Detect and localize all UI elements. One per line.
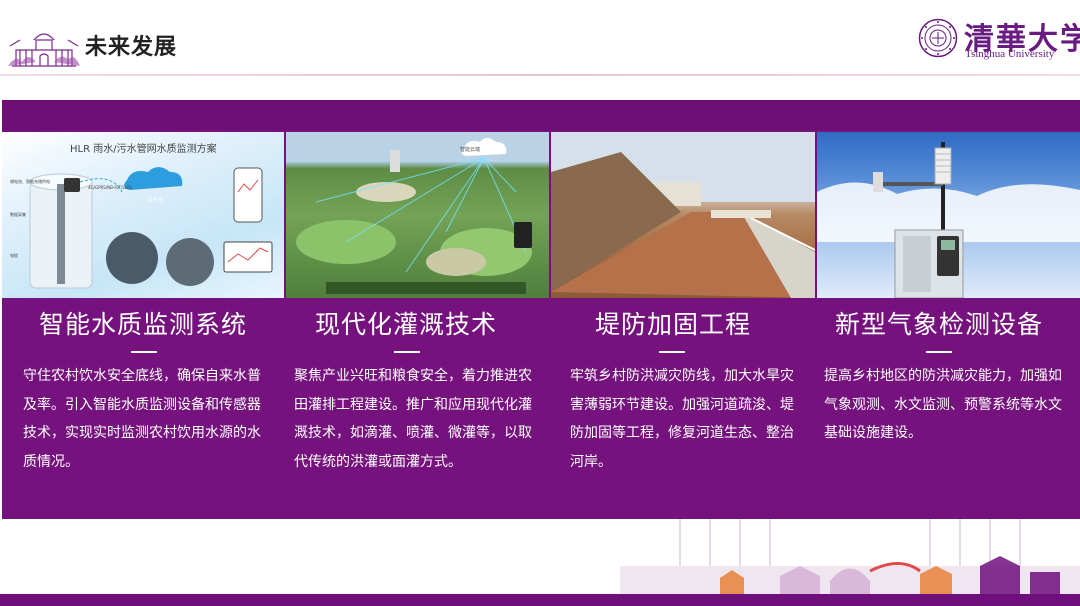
card-title-water-quality: 智能水质监测系统 <box>38 310 247 339</box>
modern-irrigation-image: 智能云端 <box>286 132 549 298</box>
water-quality-monitoring-image: HLR 雨水/污水管网水质监测方案 增电池、智能充储供电 4G/GPRS/NB-… <box>2 132 284 298</box>
card-title-embankment: 堤防加固工程 <box>594 310 751 339</box>
water-monitoring-diagram-icon <box>29 167 273 289</box>
image-label: 电缆 <box>10 253 18 258</box>
header: 未来发展 清華大学 Tsinghua University <box>0 0 1080 75</box>
weather-monitoring-equipment-image <box>817 132 1080 298</box>
image-label: 增电池、智能充储供电 <box>10 179 50 184</box>
card-body-irrigation: 聚焦产业兴旺和粮食安全，着力推进农田灌排工程建设。推广和应用现代化灌溉技术，如滴… <box>294 368 532 470</box>
tsinghua-university-logo: 清華大学 Tsinghua University <box>918 16 1080 66</box>
page-title: 未来发展 <box>85 35 178 60</box>
embankment-reinforcement-image <box>551 132 815 298</box>
card-title-weather: 新型气象检测设备 <box>834 310 1043 339</box>
card-body-weather: 提高乡村地区的防洪减灾能力，加强如气象观测、水文监测、预警系统等水文基础设施建设… <box>824 368 1062 441</box>
tsinghua-seal-icon <box>918 18 958 58</box>
tsinghua-building-logo-icon <box>8 33 80 67</box>
card-divider <box>394 351 420 353</box>
card-divider <box>131 351 157 353</box>
image-caption: 智能云端 <box>460 147 481 153</box>
irrigation-field-icon <box>286 132 549 294</box>
card-body-water-quality: 守住农村饮水安全底线，确保自来水普及率。引入智能水质监测设备和传感器技术，实现实… <box>23 368 261 470</box>
embankment-scene-icon <box>551 132 815 298</box>
card-divider <box>659 351 685 353</box>
bottom-bar <box>0 594 1080 606</box>
header-divider <box>0 74 1080 76</box>
card-title-irrigation: 现代化灌溉技术 <box>314 310 497 339</box>
card-divider <box>926 351 952 353</box>
university-name-en: Tsinghua University <box>965 48 1055 60</box>
weather-station-icon <box>817 142 1080 298</box>
image-label: 4G/GPRS/NB-IOT/LoRa <box>88 185 133 190</box>
image-caption: HLR 雨水/污水管网水质监测方案 <box>70 144 217 155</box>
image-label: 云平台 <box>148 197 164 203</box>
image-label: 数据采集 <box>10 212 26 217</box>
panel-top-band <box>2 100 1080 130</box>
card-body-embankment: 牢筑乡村防洪减灾防线，加大水旱灾害薄弱环节建设。加强河道疏浚、堤防加固等工程，修… <box>570 368 794 470</box>
